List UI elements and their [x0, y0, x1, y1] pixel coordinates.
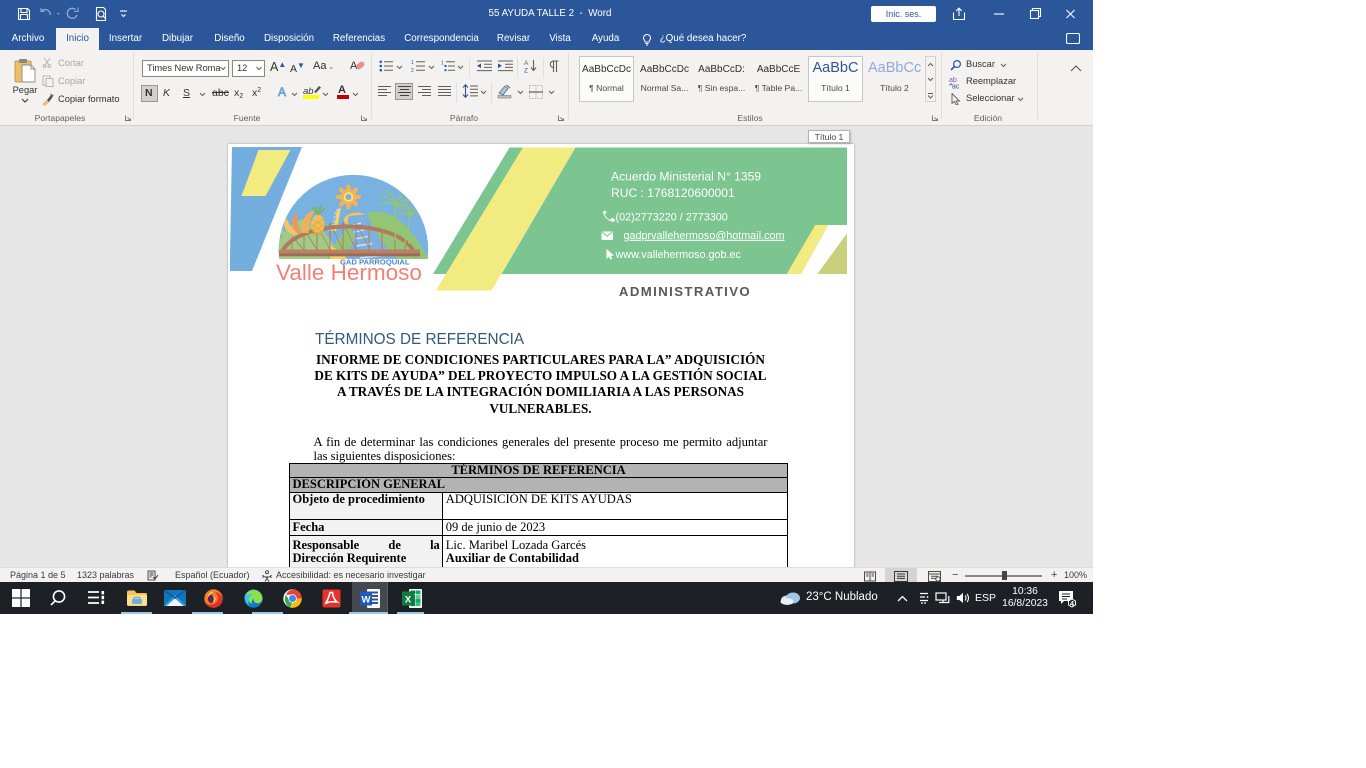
svg-text:RUC : 1768120600001: RUC : 1768120600001	[611, 186, 735, 200]
svg-text:Acuerdo Ministerial N° 1359: Acuerdo Ministerial N° 1359	[611, 170, 761, 184]
svg-text:ac: ac	[952, 84, 960, 90]
svg-text:Z: Z	[524, 68, 528, 74]
svg-text:2: 2	[411, 68, 414, 72]
svg-text:www.vallehermoso.gob.ec: www.vallehermoso.gob.ec	[615, 249, 742, 261]
svg-text:X: X	[405, 595, 412, 606]
svg-text:A: A	[524, 60, 529, 67]
svg-text:1: 1	[411, 60, 414, 66]
svg-text:1: 1	[441, 61, 444, 67]
svg-text:(02)2773220 / 2773300: (02)2773220 / 2773300	[616, 212, 728, 224]
svg-text:gadprvallehermoso@hotmail.com: gadprvallehermoso@hotmail.com	[624, 230, 785, 242]
svg-text:W: W	[362, 595, 371, 606]
svg-text:GAD PARROQUIAL: GAD PARROQUIAL	[340, 258, 410, 267]
